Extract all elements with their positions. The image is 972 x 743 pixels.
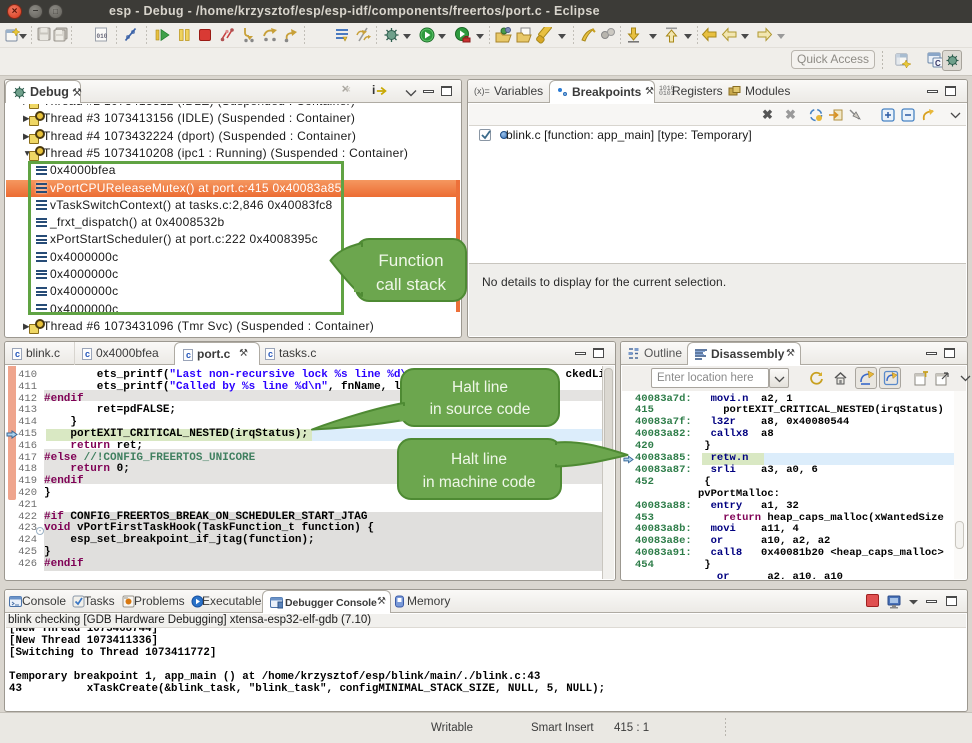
svg-text:C: C [935, 59, 941, 68]
svg-text:010: 010 [97, 33, 108, 40]
